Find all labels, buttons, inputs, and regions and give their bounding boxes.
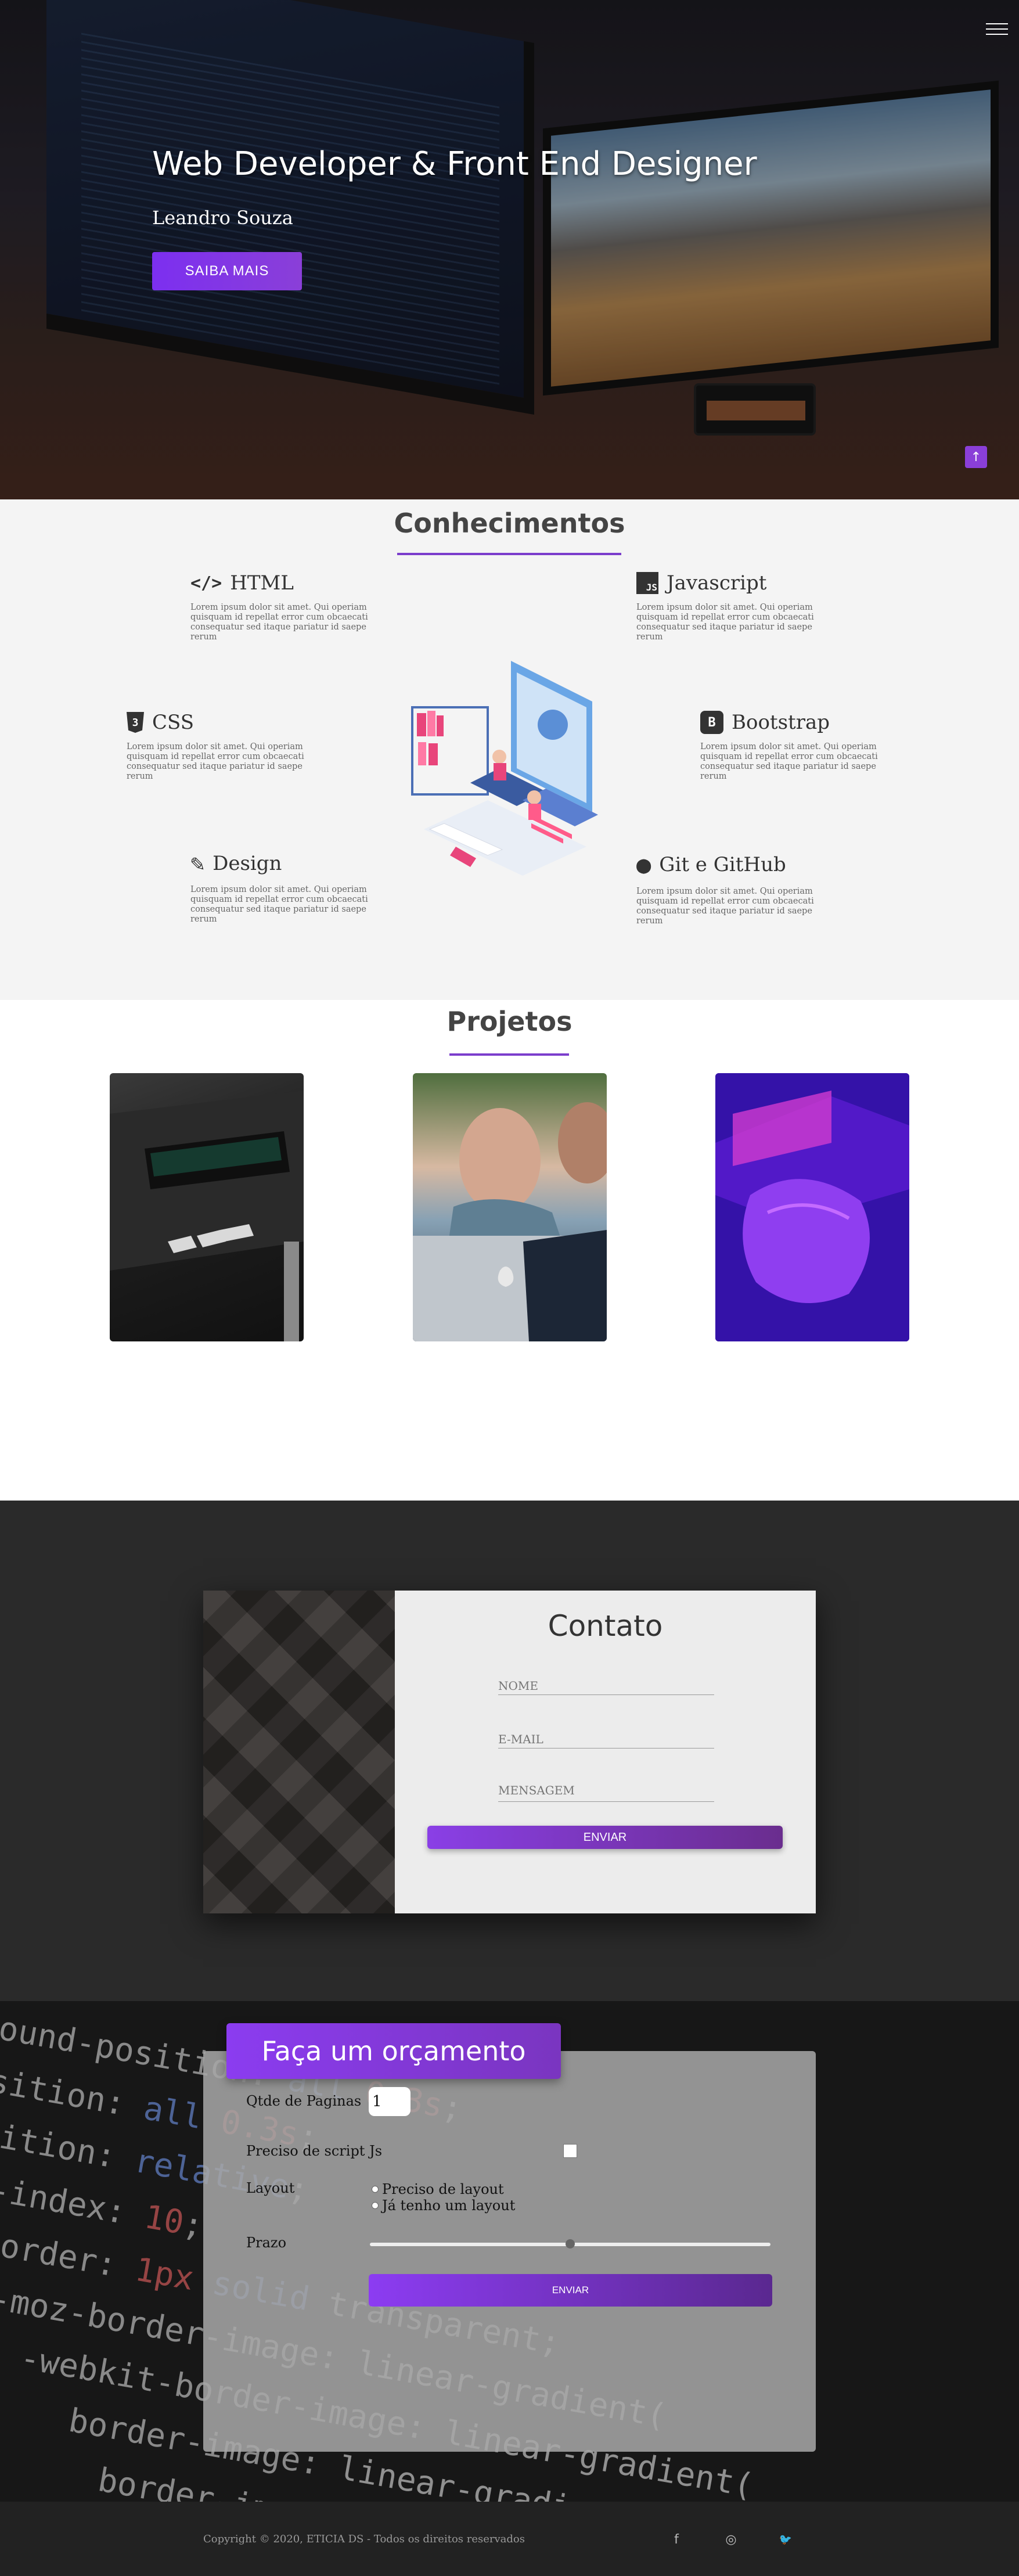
radio-button[interactable] (372, 2202, 379, 2209)
skill-name: Bootstrap (732, 711, 830, 734)
orcamento-section: ground-position: all 0.3s; ansition: all… (0, 2001, 1019, 2502)
skill-bootstrap: B Bootstrap Lorem ipsum dolor sit amet. … (700, 711, 892, 782)
skill-name: HTML (230, 571, 294, 595)
section-title-projetos: Projetos (447, 1006, 572, 1037)
arrow-up-icon: ↑ (970, 449, 982, 465)
skill-description: Lorem ipsum dolor sit amet. Qui operiam … (700, 742, 878, 781)
skill-css: 3 CSS Lorem ipsum dolor sit amet. Qui op… (127, 711, 318, 782)
script-label: Preciso de script Js (246, 2143, 383, 2159)
projetos-section: Projetos (0, 1000, 1019, 1501)
script-checkbox[interactable] (563, 2144, 577, 2158)
title-underline (449, 1053, 569, 1056)
project-card-2[interactable] (413, 1073, 607, 1341)
project-card-1[interactable] (110, 1073, 304, 1341)
skill-name: Git e GitHub (659, 852, 786, 876)
radio-button[interactable] (372, 2186, 379, 2193)
quote-send-button[interactable]: ENVIAR (369, 2274, 772, 2307)
skill-name: Javascript (667, 571, 767, 595)
email-field[interactable] (498, 1719, 714, 1748)
slider-thumb[interactable] (566, 2239, 575, 2248)
skill-design: ✎ Design Lorem ipsum dolor sit amet. Qui… (190, 850, 382, 924)
section-title-conhecimentos: Conhecimentos (394, 508, 625, 539)
skill-javascript: JS Javascript Lorem ipsum dolor sit amet… (636, 571, 828, 642)
developers-laptop-image (413, 1102, 607, 1341)
twitter-icon[interactable]: 🐦 (777, 2531, 794, 2548)
saiba-mais-button[interactable]: SAIBA MAIS (152, 252, 302, 290)
skill-description: Lorem ipsum dolor sit amet. Qui operiam … (190, 603, 368, 642)
github-icon: ● (636, 850, 651, 879)
bootstrap-icon: B (700, 711, 723, 734)
js-icon: JS (636, 572, 658, 594)
contact-form: Contato ENVIAR (395, 1591, 816, 1913)
quote-form-card: Faça um orçamento Qtde de Paginas Precis… (203, 2023, 816, 2452)
contact-title: Contato (548, 1609, 663, 1643)
pages-quantity-input[interactable] (369, 2087, 411, 2116)
project-card-3[interactable] (715, 1073, 909, 1341)
layout-option-2[interactable]: Já tenho um layout (372, 2197, 515, 2214)
hero-title: Web Developer & Front End Designer (152, 145, 757, 183)
pages-label: Qtde de Paginas (246, 2093, 362, 2109)
back-to-top-button[interactable]: ↑ (965, 446, 987, 468)
prazo-slider[interactable] (370, 2239, 770, 2248)
skill-description: Lorem ipsum dolor sit amet. Qui operiam … (636, 887, 814, 926)
layout-option-1[interactable]: Preciso de layout (372, 2181, 504, 2197)
skill-description: Lorem ipsum dolor sit amet. Qui operiam … (127, 742, 304, 781)
instagram-icon[interactable]: ◎ (722, 2531, 740, 2548)
skill-name: Design (213, 852, 282, 875)
skill-name: CSS (152, 711, 195, 734)
prazo-label: Prazo (246, 2235, 287, 2251)
envelopes-image (203, 1591, 395, 1913)
layout-label: Layout (246, 2180, 295, 2196)
copyright-text: Copyright © 2020, ETICIA DS - Todos os d… (203, 2533, 525, 2545)
facebook-icon[interactable]: f (668, 2531, 685, 2548)
skill-description: Lorem ipsum dolor sit amet. Qui operiam … (190, 885, 368, 924)
skill-html: </> HTML Lorem ipsum dolor sit amet. Qui… (190, 571, 382, 642)
skill-description: Lorem ipsum dolor sit amet. Qui operiam … (636, 603, 814, 642)
skill-git: ● Git e GitHub Lorem ipsum dolor sit ame… (636, 850, 828, 926)
hero-section: Web Developer & Front End Designer Leand… (0, 0, 1019, 499)
pencil-icon: ✎ (190, 850, 205, 877)
developer-illustration (411, 661, 598, 876)
footer: Copyright © 2020, ETICIA DS - Todos os d… (0, 2502, 1019, 2576)
title-underline (397, 553, 621, 555)
conhecimentos-section: Conhecimentos </> HTML Lorem ipsum dolor… (0, 499, 1019, 1000)
message-field[interactable] (498, 1773, 714, 1802)
code-icon: </> (190, 573, 222, 593)
layout-option-label: Já tenho um layout (382, 2197, 516, 2214)
css3-icon: 3 (127, 712, 144, 733)
keyboard-desk-image (110, 1091, 304, 1341)
contact-card: Contato ENVIAR (203, 1591, 816, 1913)
contato-section: Contato ENVIAR (0, 1501, 1019, 2001)
name-field[interactable] (498, 1666, 714, 1695)
quote-title: Faça um orçamento (226, 2023, 561, 2079)
layout-option-label: Preciso de layout (382, 2181, 504, 2197)
purple-pillows-image (715, 1073, 909, 1341)
send-button[interactable]: ENVIAR (427, 1826, 783, 1849)
hero-name: Leandro Souza (152, 207, 293, 229)
hamburger-icon[interactable] (986, 23, 1008, 38)
